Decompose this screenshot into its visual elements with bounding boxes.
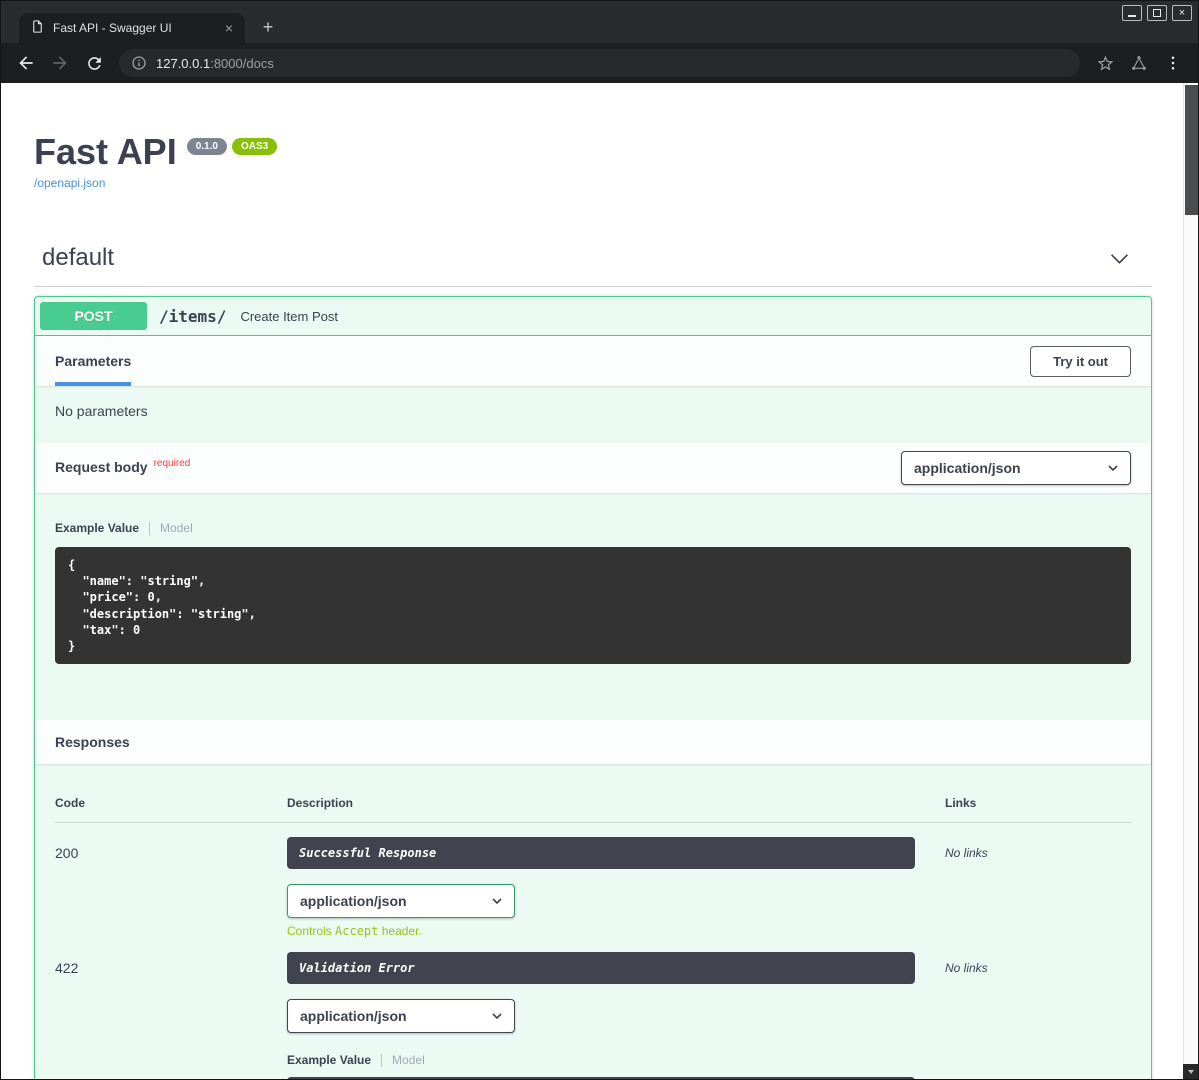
scrollbar[interactable] <box>1183 83 1198 1079</box>
scroll-down-arrow-icon <box>1188 1070 1194 1074</box>
request-media-type-select[interactable]: application/json <box>901 451 1131 485</box>
operation-summary[interactable]: POST /items/ Create Item Post <box>35 297 1151 336</box>
menu-kebab-icon[interactable] <box>1158 48 1188 78</box>
col-links: Links <box>945 796 1131 810</box>
response-media-type-value: application/json <box>300 1008 407 1024</box>
scroll-down-button[interactable] <box>1183 1064 1198 1079</box>
tab-close-icon[interactable]: × <box>221 20 237 36</box>
response-row-422: 422 Validation Error application/json Ex… <box>55 938 1131 1079</box>
accept-note-prefix: Controls <box>287 924 335 938</box>
address-bar[interactable]: 127.0.0.1:8000/docs <box>119 49 1080 77</box>
example-value-tab[interactable]: Example Value <box>55 521 139 535</box>
url-text: 127.0.0.1:8000/docs <box>156 56 274 71</box>
api-info: Fast API 0.1.0 OAS3 /openapi.json <box>34 83 1152 192</box>
example-model-tabs: Example Value Model <box>55 521 1131 535</box>
endpoint-path: /items/ <box>147 307 236 326</box>
scrollbar-thumb[interactable] <box>1185 85 1198 215</box>
parameters-tab-label: Parameters <box>55 353 131 369</box>
responses-table: Code Description Links 200 Successful Re… <box>35 764 1151 1079</box>
parameters-tab[interactable]: Parameters <box>55 336 131 386</box>
back-icon[interactable] <box>11 48 41 78</box>
try-it-out-button[interactable]: Try it out <box>1030 346 1131 377</box>
opblock-post-items: POST /items/ Create Item Post Parameters… <box>34 296 1152 1079</box>
browser-tab[interactable]: Fast API - Swagger UI × <box>19 13 245 43</box>
responses-table-head: Code Description Links <box>55 784 1131 823</box>
minimize-button[interactable] <box>1122 5 1142 21</box>
tab-separator <box>149 522 150 535</box>
chevron-down-icon <box>489 1008 505 1024</box>
page-favicon-icon <box>30 19 45 37</box>
hub-icon[interactable] <box>1124 48 1154 78</box>
response-links: No links <box>945 837 1131 938</box>
new-tab-button[interactable]: + <box>255 14 281 41</box>
request-example-json[interactable]: { "name": "string", "price": 0, "descrip… <box>55 547 1131 664</box>
maximize-button[interactable] <box>1147 5 1167 21</box>
url-path: :8000/docs <box>210 56 274 71</box>
model-tab[interactable]: Model <box>160 521 193 535</box>
response-description-cell: Validation Error application/json Exampl… <box>287 952 945 1079</box>
accept-header-note: Controls Accept header. <box>287 924 915 938</box>
response-media-type-select[interactable]: application/json <box>287 999 515 1033</box>
browser-window: Fast API - Swagger UI × + × 127.0.0.1:80… <box>0 0 1199 1080</box>
chevron-down-icon <box>1105 460 1121 476</box>
required-label: required <box>154 458 191 469</box>
response-description-box: Validation Error <box>287 952 915 984</box>
accept-note-suffix: header. <box>378 924 421 938</box>
api-title: Fast API 0.1.0 OAS3 <box>34 131 1152 173</box>
request-body-title: Request body <box>55 459 148 475</box>
method-badge: POST <box>40 302 147 330</box>
response-description-box: Successful Response <box>287 837 915 869</box>
bookmark-star-icon[interactable] <box>1090 48 1120 78</box>
response-code: 200 <box>55 837 287 938</box>
request-body-title-group: Request body required <box>55 459 190 477</box>
request-body-example: Example Value Model { "name": "string", … <box>35 493 1151 720</box>
response-media-type-select[interactable]: application/json <box>287 884 515 918</box>
window-controls: × <box>1122 5 1192 21</box>
reload-icon[interactable] <box>79 48 109 78</box>
no-parameters-text: No parameters <box>35 386 1151 443</box>
response-media-type-value: application/json <box>300 893 407 909</box>
chevron-down-icon <box>489 893 505 909</box>
version-badge: 0.1.0 <box>187 138 227 155</box>
openapi-json-link[interactable]: /openapi.json <box>34 176 105 190</box>
swagger-content: Fast API 0.1.0 OAS3 /openapi.json defaul… <box>1 83 1185 1079</box>
close-button[interactable]: × <box>1172 5 1192 21</box>
parameters-header: Parameters Try it out <box>35 336 1151 386</box>
response-code: 422 <box>55 952 287 1079</box>
oas3-badge: OAS3 <box>232 138 277 155</box>
request-body-header: Request body required application/json <box>35 443 1151 493</box>
responses-header: Responses <box>35 720 1151 764</box>
endpoint-summary: Create Item Post <box>236 309 338 324</box>
forward-icon[interactable] <box>45 48 75 78</box>
responses-title: Responses <box>55 734 130 750</box>
example-model-tabs: Example Value Model <box>287 1053 915 1067</box>
col-description: Description <box>287 796 945 810</box>
collapse-chevron-icon[interactable] <box>1109 248 1150 269</box>
request-media-type-value: application/json <box>914 460 1021 476</box>
example-value-tab[interactable]: Example Value <box>287 1053 371 1067</box>
response-description-cell: Successful Response application/json Con… <box>287 837 945 938</box>
tab-separator <box>381 1054 382 1067</box>
response-422-example-box <box>287 1077 915 1079</box>
browser-navbar: 127.0.0.1:8000/docs <box>1 43 1198 83</box>
api-title-text: Fast API <box>34 131 177 173</box>
browser-titlebar: Fast API - Swagger UI × + × <box>1 1 1198 43</box>
page-viewport: Fast API 0.1.0 OAS3 /openapi.json defaul… <box>1 83 1198 1079</box>
tag-section-default[interactable]: default <box>34 244 1152 287</box>
model-tab[interactable]: Model <box>392 1053 425 1067</box>
url-host: 127.0.0.1 <box>156 56 210 71</box>
col-code: Code <box>55 796 287 810</box>
site-info-icon[interactable] <box>131 55 147 71</box>
response-row-200: 200 Successful Response application/json… <box>55 823 1131 938</box>
tag-title: default <box>42 244 114 272</box>
accept-note-code: Accept <box>335 924 378 938</box>
response-links: No links <box>945 952 1131 1079</box>
tab-title: Fast API - Swagger UI <box>53 21 213 35</box>
